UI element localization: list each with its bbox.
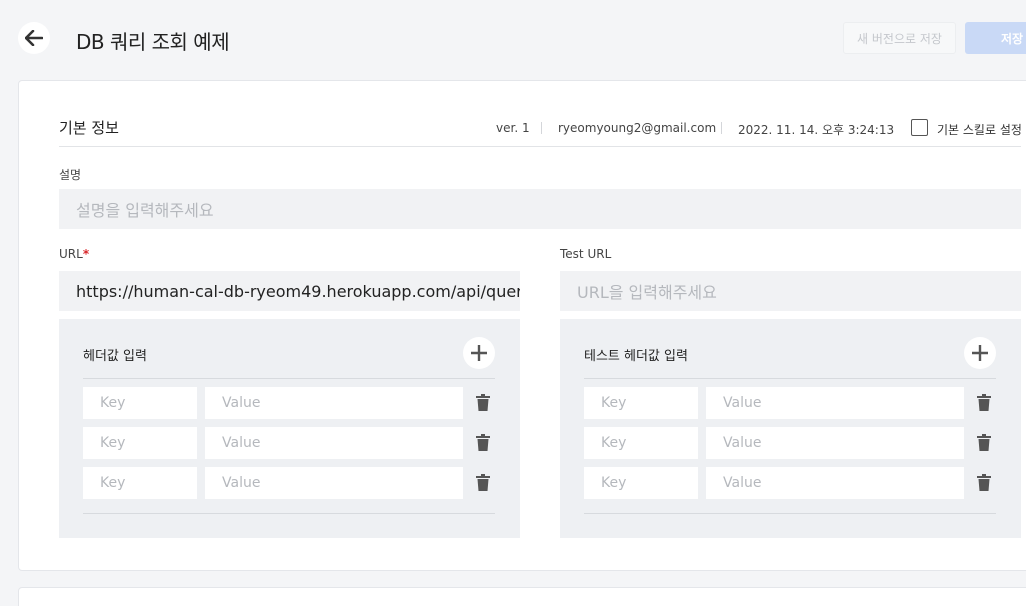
test-header-key-input[interactable]: Key bbox=[584, 467, 698, 499]
divider bbox=[584, 378, 996, 379]
trash-icon[interactable] bbox=[976, 394, 992, 412]
header-key-input[interactable]: Key bbox=[83, 467, 197, 499]
plus-icon bbox=[972, 345, 988, 361]
url-input[interactable]: https://human-cal-db-ryeom49.herokuapp.c… bbox=[59, 271, 520, 311]
headers-panel: 헤더값 입력 Key Value Key Value Key Value bbox=[59, 319, 520, 538]
add-header-button[interactable] bbox=[463, 337, 495, 369]
header-key-input[interactable]: Key bbox=[83, 427, 197, 459]
default-skill-label: 기본 스킬로 설정 bbox=[937, 123, 1022, 137]
plus-icon bbox=[471, 345, 487, 361]
test-header-key-input[interactable]: Key bbox=[584, 427, 698, 459]
test-header-value-input[interactable]: Value bbox=[706, 427, 964, 459]
required-mark: * bbox=[82, 247, 90, 261]
divider bbox=[721, 122, 722, 134]
author-email: ryeomyoung2@gmail.com bbox=[558, 121, 717, 135]
save-as-new-version-button[interactable]: 새 버전으로 저장 bbox=[843, 22, 956, 54]
description-input[interactable]: 설명을 입력해주세요 bbox=[59, 189, 1021, 229]
test-header-value-input[interactable]: Value bbox=[706, 387, 964, 419]
test-url-input[interactable]: URL을 입력해주세요 bbox=[560, 271, 1021, 311]
test-header-key-input[interactable]: Key bbox=[584, 387, 698, 419]
basic-info-card: 기본 정보 ver. 1 ryeomyoung2@gmail.com 2022.… bbox=[18, 80, 1026, 571]
top-bar: DB 쿼리 조회 예제 새 버전으로 저장 저장 bbox=[0, 0, 1026, 78]
test-header-value-input[interactable]: Value bbox=[706, 467, 964, 499]
url-label-text: URL bbox=[59, 247, 83, 261]
divider bbox=[83, 513, 495, 514]
add-test-header-button[interactable] bbox=[964, 337, 996, 369]
trash-icon[interactable] bbox=[475, 434, 491, 452]
trash-icon[interactable] bbox=[976, 474, 992, 492]
version-label: ver. 1 bbox=[496, 121, 530, 135]
arrow-left-icon bbox=[25, 30, 43, 46]
trash-icon[interactable] bbox=[475, 394, 491, 412]
divider bbox=[584, 513, 996, 514]
headers-panel-title: 헤더값 입력 bbox=[83, 349, 147, 364]
section-title: 기본 정보 bbox=[59, 119, 119, 137]
trash-icon[interactable] bbox=[475, 474, 491, 492]
divider bbox=[541, 122, 542, 134]
save-button[interactable]: 저장 bbox=[965, 22, 1026, 54]
next-section-card bbox=[18, 587, 1026, 606]
header-key-input[interactable]: Key bbox=[83, 387, 197, 419]
section-header: 기본 정보 ver. 1 ryeomyoung2@gmail.com 2022.… bbox=[59, 107, 1022, 147]
description-label: 설명 bbox=[59, 168, 82, 182]
test-headers-panel-title: 테스트 헤더값 입력 bbox=[584, 349, 688, 364]
url-label: URL* bbox=[59, 247, 89, 261]
page-title: DB 쿼리 조회 예제 bbox=[76, 30, 230, 54]
header-value-input[interactable]: Value bbox=[205, 467, 463, 499]
trash-icon[interactable] bbox=[976, 434, 992, 452]
updated-timestamp: 2022. 11. 14. 오후 3:24:13 bbox=[738, 123, 895, 137]
test-url-label: Test URL bbox=[560, 247, 612, 261]
back-button[interactable] bbox=[18, 22, 50, 54]
header-value-input[interactable]: Value bbox=[205, 387, 463, 419]
test-headers-panel: 테스트 헤더값 입력 Key Value Key Value Key Value bbox=[560, 319, 1021, 538]
divider bbox=[83, 378, 495, 379]
default-skill-checkbox[interactable] bbox=[911, 119, 928, 136]
header-value-input[interactable]: Value bbox=[205, 427, 463, 459]
